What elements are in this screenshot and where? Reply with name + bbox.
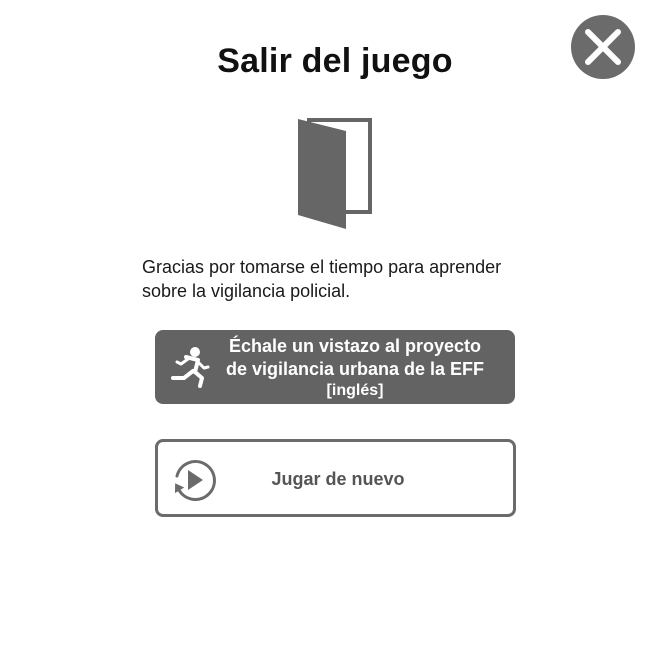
eff-button-line2: de vigilancia urbana de la EFF [225,359,485,379]
running-person-icon [171,347,210,388]
eff-street-surveillance-button[interactable]: Échale un vistazo al proyecto de vigilan… [155,330,515,404]
thank-you-message: Gracias por tomarse el tiempo para apren… [142,257,502,301]
modal-title: Salir del juego [217,42,453,80]
play-again-label: Jugar de nuevo [271,469,405,489]
play-again-button[interactable]: Jugar de nuevo [155,439,516,517]
replay-icon [174,460,216,501]
eff-button-language-note: [inglés] [326,382,384,399]
eff-button-label: Échale un vistazo al proyecto de vigilan… [205,335,505,401]
eff-button-line1: Échale un vistazo al proyecto [228,336,482,356]
door-open-icon [298,118,372,229]
exit-game-modal: Salir del juego Gracias por tomarse el t… [0,0,650,650]
